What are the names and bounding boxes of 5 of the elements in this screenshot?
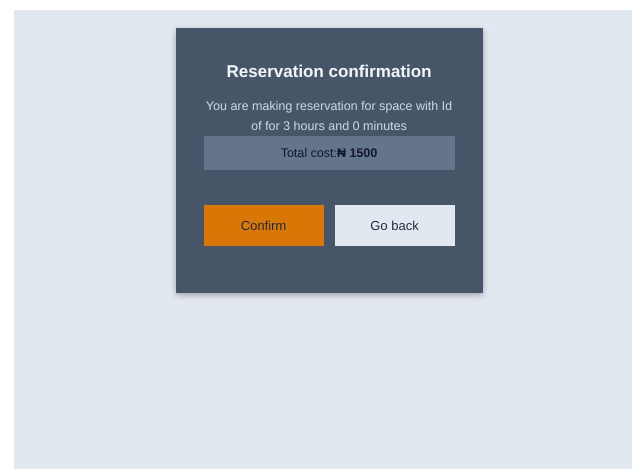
total-cost: Total cost:₦ 1500	[204, 136, 454, 170]
confirm-button[interactable]: Confirm	[204, 205, 324, 246]
back-button[interactable]: Go back	[334, 205, 454, 246]
dialog-title: Reservation confirmation	[226, 62, 432, 82]
reservation-message: You are making reservation for space with Id of for 3 hours and 0 minutes	[204, 98, 454, 135]
